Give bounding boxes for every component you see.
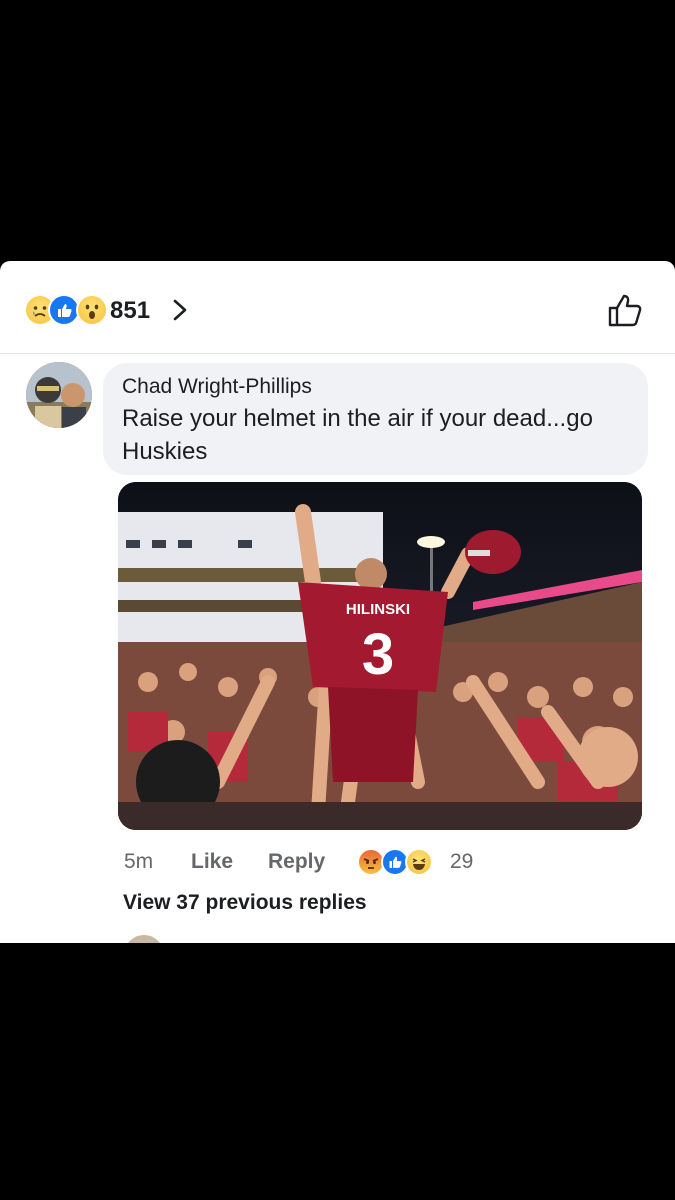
wow-emoji-icon [76,294,108,326]
comment-reaction-count[interactable]: 29 [450,850,473,874]
commenter-avatar[interactable] [26,362,92,428]
comment-author-name[interactable]: Chad Wright-Phillips [122,375,312,399]
comment-reply-button[interactable]: Reply [268,850,325,874]
comment-bubble[interactable]: Chad Wright-Phillips Raise your helmet i… [103,363,648,475]
jersey-number-text: 3 [362,622,394,687]
thumbs-up-outline-icon[interactable] [606,291,644,329]
reaction-count[interactable]: 851 [110,297,150,325]
reply-avatar[interactable] [124,935,164,943]
comment-timestamp[interactable]: 5m [124,850,153,874]
post-reactions-bar[interactable]: 851 [0,261,675,354]
comment-attached-photo[interactable]: HILINSKI 3 [118,482,642,830]
haha-emoji-icon [405,848,433,876]
comment-like-button[interactable]: Like [191,850,233,874]
view-previous-replies-link[interactable]: View 37 previous replies [123,891,367,915]
chevron-right-icon[interactable] [170,295,190,325]
jersey-name-text: HILINSKI [346,601,410,618]
comment-text: Raise your helmet in the air if your dea… [122,405,593,465]
comments-panel: 851 Chad Wright-Phillips Raise your helm… [0,261,675,943]
